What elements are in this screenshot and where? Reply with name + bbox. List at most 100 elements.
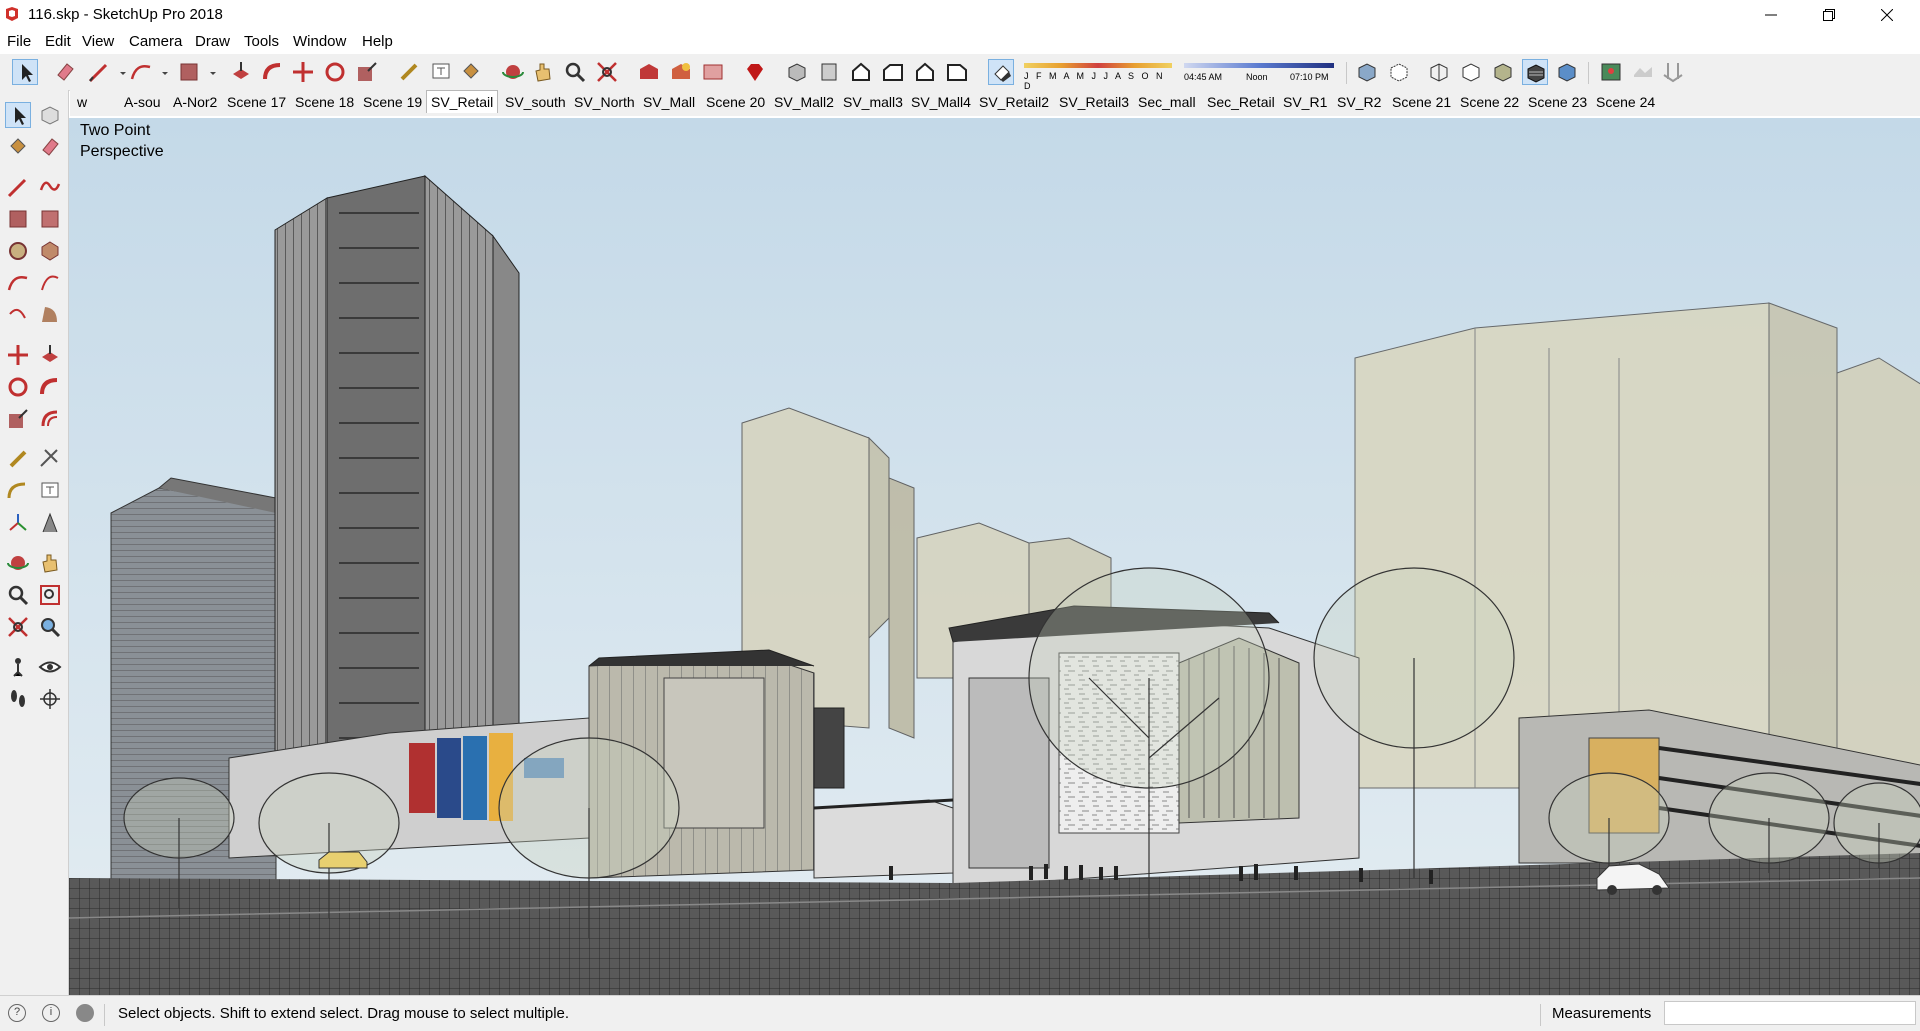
previous-view-tool[interactable] [37,614,63,640]
scene-tab[interactable]: Scene 17 [225,93,288,111]
view-back-button[interactable] [912,59,938,85]
scene-tab[interactable]: Scene 23 [1526,93,1589,111]
view-top-button[interactable] [816,59,842,85]
scene-tab[interactable]: SV_south [503,93,568,111]
ruby-console-button[interactable] [742,59,768,85]
shaded-button[interactable] [1490,59,1516,85]
model-viewport[interactable]: Two Point Perspective [69,118,1920,995]
shadows-toggle-button[interactable] [988,59,1014,85]
view-front-button[interactable] [848,59,874,85]
menu-camera[interactable]: Camera [129,33,182,50]
zoom-extents-tool[interactable] [5,614,31,640]
menu-tools[interactable]: Tools [244,33,279,50]
move-button[interactable] [290,59,316,85]
xray-button[interactable] [1354,59,1380,85]
walk-tool[interactable] [5,686,31,712]
geo-location-icon[interactable]: ? [8,1004,26,1022]
shape-tool-button[interactable] [176,59,202,85]
scene-tab[interactable]: SV_Mall [641,93,697,111]
tape-measure-button[interactable] [396,59,422,85]
arc-tool[interactable] [5,270,31,296]
view-right-button[interactable] [880,59,906,85]
scene-tab[interactable]: SV_Retail3 [1057,93,1131,111]
zoom-button[interactable] [562,59,588,85]
section-plane-tool[interactable] [37,686,63,712]
hidden-line-button[interactable] [1458,59,1484,85]
two-point-arc-tool[interactable] [37,270,63,296]
menu-help[interactable]: Help [362,33,393,50]
select-tool-button[interactable] [12,59,38,85]
pan-tool[interactable] [37,550,63,576]
menu-edit[interactable]: Edit [45,33,71,50]
freehand-tool[interactable] [37,174,63,200]
shaded-textures-button[interactable] [1522,59,1548,85]
eraser-tool-button[interactable] [52,59,78,85]
push-pull-tool[interactable] [37,342,63,368]
toggle-terrain-button[interactable] [1630,59,1656,85]
share-model-button[interactable] [668,59,694,85]
sandbox-button[interactable] [1660,59,1686,85]
scene-tab[interactable]: SV_R1 [1281,93,1329,111]
scene-tab[interactable]: SV_mall3 [841,93,905,111]
axes-tool[interactable] [5,510,31,536]
menu-window[interactable]: Window [293,33,346,50]
rectangle-tool[interactable] [5,206,31,232]
extension-warehouse-button[interactable] [700,59,726,85]
arc-dropdown[interactable] [152,59,168,85]
menu-view[interactable]: View [82,33,114,50]
dimension-tool[interactable] [37,446,63,472]
line-tool-button[interactable] [86,59,112,85]
rotate-tool[interactable] [5,374,31,400]
zoom-tool[interactable] [5,582,31,608]
follow-me-tool[interactable] [37,374,63,400]
select-tool[interactable] [5,102,31,128]
pan-button[interactable] [530,59,556,85]
line-tool[interactable] [5,174,31,200]
scene-tab[interactable]: Scene 19 [361,93,424,111]
shadow-date-slider[interactable]: J F M A M J J A S O N D [1024,60,1172,91]
scene-tab[interactable]: SV_R2 [1335,93,1383,111]
tape-measure-tool[interactable] [5,446,31,472]
scene-tab[interactable]: Scene 22 [1458,93,1521,111]
info-icon[interactable]: i [42,1004,60,1022]
monochrome-button[interactable] [1554,59,1580,85]
paint-bucket-button[interactable] [458,59,484,85]
scale-button[interactable] [354,59,380,85]
scene-tab[interactable]: Scene 20 [704,93,767,111]
view-left-button[interactable] [944,59,970,85]
3d-text-tool[interactable] [37,510,63,536]
eraser-tool[interactable] [37,134,63,160]
menu-file[interactable]: File [7,33,31,50]
shadow-time-slider[interactable]: 04:45 AM Noon 07:10 PM [1184,60,1334,84]
paint-bucket-tool[interactable] [5,134,31,160]
wireframe-button[interactable] [1426,59,1452,85]
view-iso-button[interactable] [784,59,810,85]
look-around-tool[interactable] [37,654,63,680]
follow-me-button[interactable] [260,59,286,85]
scene-tab[interactable]: Scene 21 [1390,93,1453,111]
close-button[interactable] [1858,0,1916,30]
three-point-arc-tool[interactable] [5,302,31,328]
zoom-extents-button[interactable] [594,59,620,85]
add-location-button[interactable] [1598,59,1624,85]
push-pull-button[interactable] [228,59,254,85]
offset-tool[interactable] [37,406,63,432]
text-tool-button[interactable] [428,59,454,85]
rotated-rectangle-tool[interactable] [37,206,63,232]
pie-tool[interactable] [37,302,63,328]
scale-tool[interactable] [5,406,31,432]
back-edges-button[interactable] [1386,59,1412,85]
move-tool[interactable] [5,342,31,368]
scene-tab[interactable]: Sec_Retail [1205,93,1277,111]
scene-tab[interactable]: SV_North [572,93,637,111]
restore-button[interactable] [1800,0,1858,30]
scene-tab[interactable]: SV_Retail2 [977,93,1051,111]
polygon-tool[interactable] [37,238,63,264]
scene-tab-active[interactable]: SV_Retail [426,90,499,113]
arc-tool-button[interactable] [128,59,154,85]
scene-tab[interactable]: SV_Mall2 [772,93,836,111]
scene-tab[interactable]: w [75,93,89,111]
zoom-window-tool[interactable] [37,582,63,608]
orbit-button[interactable] [500,59,526,85]
line-dropdown[interactable] [110,59,126,85]
